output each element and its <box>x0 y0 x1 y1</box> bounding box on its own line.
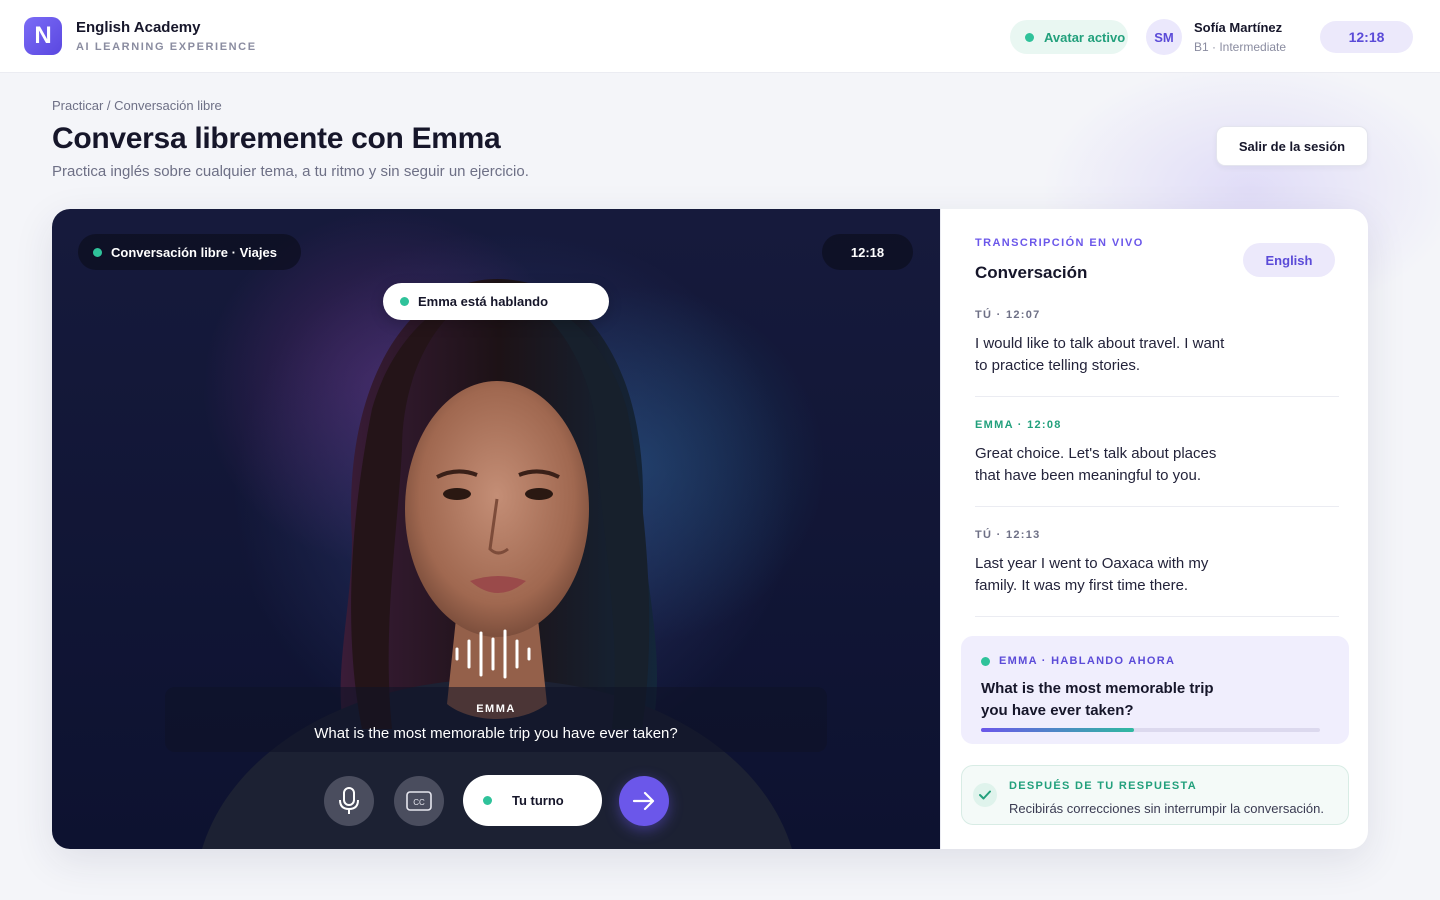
message-text: I would like to talk about travel. I wan… <box>975 335 1225 374</box>
transcript-panel: TRANSCRIPCIÓN EN VIVO Conversación Engli… <box>940 209 1368 849</box>
user-level: B1 · Intermediate <box>1194 40 1287 54</box>
page-title: Conversa libremente con Emma <box>52 122 501 155</box>
feedback-info-text: Recibirás correcciones sin interrumpir l… <box>1009 801 1325 816</box>
conversation-card: Conversación libre · Viajes 12:18 Emma e… <box>52 209 1368 849</box>
caption-speaker: EMMA <box>476 703 516 715</box>
speaking-indicator: Emma está hablando <box>383 283 609 320</box>
avatar-status-badge: Avatar activo <box>1010 20 1128 54</box>
transcript-message: TÚ · 12:13 Last year I went to Oaxaca wi… <box>975 529 1339 597</box>
send-button[interactable] <box>619 776 669 826</box>
video-timer: 12:18 <box>822 234 913 270</box>
avatar-video: Conversación libre · Viajes 12:18 Emma e… <box>52 209 940 849</box>
feedback-info-title: DESPUÉS DE TU RESPUESTA <box>1009 780 1198 792</box>
speaking-now-dot-icon <box>981 656 990 666</box>
feedback-info-card: DESPUÉS DE TU RESPUESTA Recibirás correc… <box>961 765 1349 825</box>
language-selector[interactable]: English <box>1243 243 1335 277</box>
page-subtitle: Practica inglés sobre cualquier tema, a … <box>52 163 529 180</box>
session-clock: 12:18 <box>1320 21 1413 53</box>
cc-text: CC <box>413 798 425 807</box>
divider <box>975 616 1339 617</box>
app-title: English Academy <box>76 19 201 36</box>
breadcrumb[interactable]: Practicar / Conversación libre <box>52 98 222 113</box>
message-meta: EMMA · 12:08 <box>975 419 1062 431</box>
divider <box>975 396 1339 397</box>
speaking-now-meta: EMMA · HABLANDO AHORA <box>981 655 1175 667</box>
app-logo[interactable]: N <box>24 17 62 55</box>
divider <box>975 506 1339 507</box>
message-meta: TÚ · 12:13 <box>975 529 1041 541</box>
message-text: Last year I went to Oaxaca with my famil… <box>975 555 1209 594</box>
exit-session-button[interactable]: Salir de la sesión <box>1216 126 1368 166</box>
your-turn-button[interactable]: Tu turno <box>463 775 602 826</box>
caption-box <box>165 687 827 752</box>
message-meta: TÚ · 12:07 <box>975 309 1041 321</box>
audio-waveform-icon <box>455 629 531 679</box>
captions-button[interactable]: CC <box>394 776 444 826</box>
avatar-status-label: Avatar activo <box>1044 29 1126 45</box>
check-icon <box>973 783 997 807</box>
topic-label: Conversación libre · Viajes <box>111 244 277 260</box>
your-turn-label: Tu turno <box>512 793 564 808</box>
transcript-message: EMMA · 12:08 Great choice. Let's talk ab… <box>975 419 1339 487</box>
live-dot-icon <box>93 247 102 257</box>
speech-progress-bar <box>981 728 1320 732</box>
speaking-now-card: EMMA · HABLANDO AHORA What is the most m… <box>961 636 1349 744</box>
user-name: Sofía Martínez <box>1194 20 1283 35</box>
transcript-title: Conversación <box>975 263 1088 282</box>
speaking-dot-icon <box>400 297 409 306</box>
microphone-button[interactable] <box>324 776 374 826</box>
message-text: Great choice. Let's talk about places th… <box>975 445 1217 484</box>
transcript-message: TÚ · 12:07 I would like to talk about tr… <box>975 309 1339 377</box>
top-bar: N English Academy AI LEARNING EXPERIENCE… <box>0 0 1440 73</box>
app-subtitle: AI LEARNING EXPERIENCE <box>76 41 257 53</box>
speech-progress-fill <box>981 728 1134 732</box>
speaking-now-text: What is the most memorable trip you have… <box>981 680 1214 719</box>
topic-badge: Conversación libre · Viajes <box>78 234 301 270</box>
closed-captions-icon: CC <box>406 791 432 811</box>
arrow-right-icon <box>632 791 655 811</box>
speaking-now-label: EMMA · HABLANDO AHORA <box>999 655 1176 667</box>
user-avatar[interactable]: SM <box>1146 19 1182 55</box>
status-dot-icon <box>1025 32 1034 42</box>
caption-text: What is the most memorable trip you have… <box>314 725 678 742</box>
turn-dot-icon <box>483 796 492 805</box>
transcript-kicker: TRANSCRIPCIÓN EN VIVO <box>975 237 1144 249</box>
microphone-icon <box>339 787 359 814</box>
speaking-label: Emma está hablando <box>418 294 549 309</box>
